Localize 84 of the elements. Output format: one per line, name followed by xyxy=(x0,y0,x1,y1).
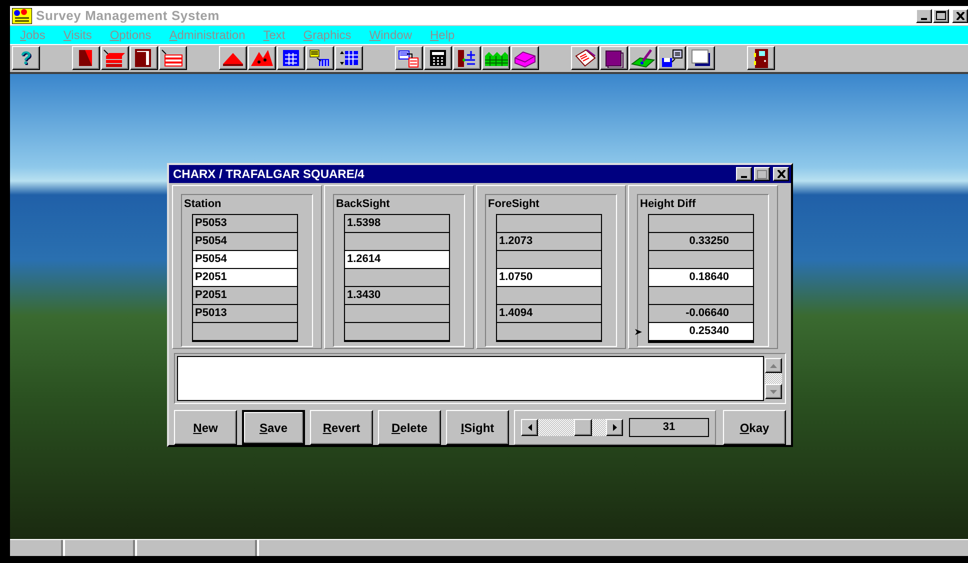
table-cell[interactable]: P5013 xyxy=(193,305,297,324)
maximize-icon xyxy=(936,11,946,20)
table-cell[interactable]: P2051 xyxy=(193,269,297,288)
toolbar-button[interactable] xyxy=(248,46,276,70)
toolbar-button[interactable] xyxy=(482,46,510,70)
toolbar-button[interactable] xyxy=(130,46,158,70)
stack-outline-icon xyxy=(161,48,185,68)
minimize-icon xyxy=(741,176,747,178)
toolbar-button[interactable] xyxy=(687,46,715,70)
table-cell[interactable]: -0.06640 xyxy=(649,305,753,324)
close-icon xyxy=(776,170,786,178)
toolbar-button[interactable] xyxy=(453,46,481,70)
table-cell[interactable]: 1.5398 xyxy=(345,215,449,234)
toolbar-button[interactable] xyxy=(424,46,452,70)
toolbar-button[interactable] xyxy=(335,46,363,70)
toolbar-button[interactable] xyxy=(72,46,100,70)
table-cell[interactable]: 1.0750 xyxy=(497,269,601,288)
stack-icon xyxy=(103,48,127,68)
table-cell[interactable]: P5053 xyxy=(193,215,297,234)
minimize-button[interactable] xyxy=(916,8,932,22)
minimize-button[interactable] xyxy=(736,167,752,182)
table-cell[interactable]: 1.2614 xyxy=(345,251,449,270)
minimize-icon xyxy=(921,18,927,20)
scroll-right-button[interactable] xyxy=(606,419,623,436)
scroll-left-button[interactable] xyxy=(521,419,538,436)
dialog-button[interactable]: Revert xyxy=(310,410,373,445)
table-cell[interactable]: P5054 xyxy=(193,233,297,252)
dialog-title: CHARX / TRAFALGAR SQUARE/4 xyxy=(173,167,366,182)
column-heading: Height Diff xyxy=(639,197,697,212)
column-heading: Station xyxy=(183,197,222,212)
scroll-up-button[interactable] xyxy=(765,358,782,374)
toolbar-button[interactable] xyxy=(159,46,187,70)
table-cell[interactable]: 1.2073 xyxy=(497,233,601,252)
toolbar-button[interactable] xyxy=(571,46,599,70)
toolbar-button[interactable] xyxy=(277,46,305,70)
toolbar-button[interactable] xyxy=(219,46,247,70)
right-arrow-icon xyxy=(612,424,616,431)
blank-page-icon xyxy=(689,48,713,68)
table-cell[interactable]: P5054 xyxy=(193,251,297,270)
record-number: 31 xyxy=(629,418,709,437)
column-heading: ForeSight xyxy=(487,197,540,212)
toolbar-button[interactable] xyxy=(600,46,628,70)
app-logo-icon xyxy=(12,8,32,24)
toolbar-button[interactable] xyxy=(101,46,129,70)
disk-export-icon xyxy=(660,48,684,68)
dialog-button[interactable]: Save xyxy=(242,410,305,445)
scroll-thumb[interactable] xyxy=(574,419,592,436)
triangles-icon xyxy=(250,48,274,68)
pen-pad-icon xyxy=(631,48,655,68)
maximize-button[interactable] xyxy=(754,167,770,182)
table-cell[interactable]: 1.4094 xyxy=(497,305,601,324)
up-arrow-icon xyxy=(770,364,777,368)
column-heading: BackSight xyxy=(335,197,391,212)
toolbar-button[interactable] xyxy=(747,46,775,70)
toolbar-button[interactable] xyxy=(511,46,539,70)
scroll-down-button[interactable] xyxy=(765,384,782,399)
close-button[interactable] xyxy=(773,167,789,182)
dialog-button[interactable]: Delete xyxy=(378,410,441,445)
toolbar-button[interactable] xyxy=(306,46,334,70)
maximize-icon xyxy=(757,170,767,179)
maximize-button[interactable] xyxy=(933,8,949,22)
notes-field[interactable] xyxy=(174,353,786,404)
horizontal-scrollbar[interactable] xyxy=(521,419,623,436)
table-cell[interactable]: 0.33250 xyxy=(649,233,753,252)
close-button[interactable] xyxy=(952,8,968,22)
close-icon xyxy=(956,12,964,20)
table-cell[interactable]: P2051 xyxy=(193,287,297,306)
left-arrow-icon xyxy=(528,424,532,431)
toolbar-button[interactable] xyxy=(395,46,423,70)
app-title: Survey Management System xyxy=(36,8,220,23)
dialog-button[interactable]: Okay xyxy=(723,410,786,445)
list-to-table-icon xyxy=(308,48,332,68)
toolbar-button[interactable] xyxy=(629,46,657,70)
dialog-button[interactable]: ISight xyxy=(446,410,509,445)
toolbar-button[interactable] xyxy=(658,46,686,70)
table-cell[interactable]: 1.3430 xyxy=(345,287,449,306)
dialog-button[interactable]: New xyxy=(174,410,237,445)
doc-transfer-icon xyxy=(397,48,421,68)
table-arrows-icon xyxy=(337,48,361,68)
table-cell[interactable]: 0.18640 xyxy=(649,269,753,288)
table-cell[interactable]: 0.25340 xyxy=(649,323,753,342)
down-arrow-icon xyxy=(770,390,777,394)
vertical-scrollbar[interactable] xyxy=(765,358,782,399)
notebook-icon xyxy=(573,48,597,68)
